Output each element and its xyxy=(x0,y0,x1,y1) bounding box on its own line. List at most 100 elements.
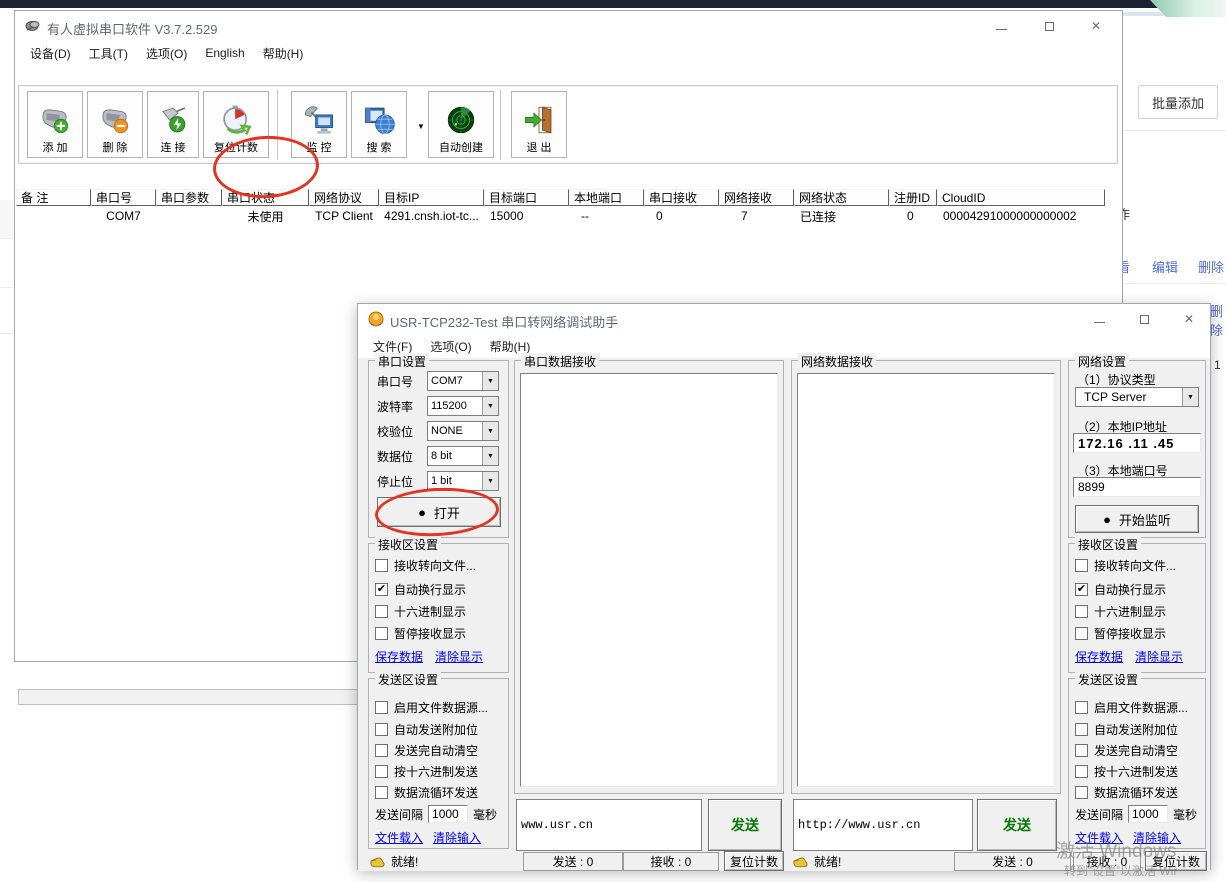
data-bits-select[interactable]: 8 bit ▼ xyxy=(427,446,499,466)
column-header[interactable]: 网络状态 xyxy=(794,189,889,206)
save-data-link[interactable]: 保存数据 xyxy=(375,648,423,665)
checkbox-icon xyxy=(1075,786,1088,799)
serial-recv-counter: 接收 : 0 xyxy=(623,852,719,871)
menu-options[interactable]: 选项(O) xyxy=(137,43,196,64)
hex-display-checkbox[interactable]: 十六进制显示 xyxy=(375,603,466,620)
file-data-source-checkbox[interactable]: 启用文件数据源... xyxy=(375,699,488,716)
search-dropdown-arrow[interactable]: ▼ xyxy=(417,122,425,131)
send-interval-input[interactable] xyxy=(1128,805,1168,823)
load-file-link[interactable]: 文件载入 xyxy=(1075,829,1123,846)
vcom-table-row[interactable]: COM7 未使用 TCP Client 4291.cnsh.iot-tc... … xyxy=(16,208,1105,224)
open-port-button[interactable]: ● 打开 xyxy=(377,497,501,527)
delete-link-partial[interactable]: 删除 xyxy=(1210,301,1226,339)
auto-linefeed-checkbox[interactable]: 自动换行显示 xyxy=(1075,581,1166,598)
column-header[interactable]: 网络接收 xyxy=(719,189,794,206)
stopwatch-icon xyxy=(219,103,253,137)
menu-english[interactable]: English xyxy=(196,44,253,62)
connect-button[interactable]: 连 接 xyxy=(147,91,199,158)
vcom-toolbar: 添 加 删 除 xyxy=(18,85,1118,164)
minimize-button[interactable] xyxy=(986,15,1016,37)
recv-to-file-checkbox[interactable]: 接收转向文件... xyxy=(1075,557,1176,574)
monitor-button[interactable]: 监 控 xyxy=(291,91,347,158)
column-header[interactable]: 串口状态 xyxy=(222,189,309,206)
maximize-button[interactable] xyxy=(1034,15,1064,37)
stop-bits-select[interactable]: 1 bit ▼ xyxy=(427,471,499,491)
auto-append-checkbox[interactable]: 自动发送附加位 xyxy=(1075,721,1178,738)
pause-recv-checkbox[interactable]: 暂停接收显示 xyxy=(1075,625,1166,642)
column-header[interactable]: 串口号 xyxy=(91,189,156,206)
column-header[interactable]: 串口接收 xyxy=(644,189,719,206)
group-title: 发送区设置 xyxy=(1075,671,1141,688)
local-port-input[interactable] xyxy=(1073,477,1201,497)
edit-link[interactable]: 编辑 xyxy=(1152,257,1178,276)
checkbox-icon xyxy=(375,559,388,572)
toolbar-label: 自动创建 xyxy=(439,139,483,155)
batch-add-button[interactable]: 批量添加 xyxy=(1138,85,1218,119)
search-button[interactable]: 搜 索 xyxy=(351,91,407,158)
network-data-recv-group: 网络数据接收 xyxy=(791,360,1061,794)
column-header[interactable]: CloudID xyxy=(937,189,1105,206)
close-button[interactable]: ✕ xyxy=(1174,308,1204,330)
network-send-button[interactable]: 发送 xyxy=(977,799,1057,851)
hex-display-checkbox[interactable]: 十六进制显示 xyxy=(1075,603,1166,620)
save-data-link[interactable]: 保存数据 xyxy=(1075,648,1123,665)
network-recv-textarea[interactable] xyxy=(797,373,1055,787)
loop-send-checkbox[interactable]: 数据流循环发送 xyxy=(1075,784,1178,801)
send-interval-input[interactable] xyxy=(428,805,468,823)
checkbox-label: 启用文件数据源... xyxy=(394,699,488,716)
add-button[interactable]: 添 加 xyxy=(27,91,83,158)
menu-tools[interactable]: 工具(T) xyxy=(80,43,137,64)
local-ip-input[interactable]: 172.16 .11 .45 xyxy=(1073,433,1201,453)
clear-display-link[interactable]: 清除显示 xyxy=(435,648,483,665)
menu-help[interactable]: 帮助(H) xyxy=(254,43,313,64)
webpage-divider xyxy=(1123,130,1226,131)
serial-send-button[interactable]: 发送 xyxy=(708,799,782,851)
cell-target-port: 15000 xyxy=(484,208,569,224)
column-header[interactable]: 串口参数 xyxy=(156,189,222,206)
cell-remark xyxy=(16,208,91,224)
column-header[interactable]: 目标IP xyxy=(379,189,484,206)
column-header[interactable]: 注册ID xyxy=(889,189,937,206)
pause-recv-checkbox[interactable]: 暂停接收显示 xyxy=(375,625,466,642)
clear-display-link[interactable]: 清除显示 xyxy=(1135,648,1183,665)
serial-recv-textarea[interactable] xyxy=(520,373,778,787)
recv-to-file-checkbox[interactable]: 接收转向文件... xyxy=(375,557,476,574)
network-reset-counter-button[interactable]: 复位计数 xyxy=(1145,851,1207,871)
maximize-button[interactable] xyxy=(1129,308,1159,330)
menu-options[interactable]: 选项(O) xyxy=(421,336,480,357)
serial-reset-counter-button[interactable]: 复位计数 xyxy=(724,851,784,871)
clear-after-send-checkbox[interactable]: 发送完自动清空 xyxy=(375,742,478,759)
delete-button[interactable]: 删 除 xyxy=(87,91,143,158)
minimize-button[interactable] xyxy=(1084,308,1114,330)
chevron-down-icon: ▼ xyxy=(482,422,498,440)
parity-select[interactable]: NONE ▼ xyxy=(427,421,499,441)
protocol-type-select[interactable]: TCP Server ▼ xyxy=(1075,387,1199,407)
clear-after-send-checkbox[interactable]: 发送完自动清空 xyxy=(1075,742,1178,759)
serial-send-input[interactable] xyxy=(516,799,702,851)
load-file-link[interactable]: 文件载入 xyxy=(375,829,423,846)
reset-counter-button[interactable]: 复位计数 xyxy=(203,91,269,158)
column-header[interactable]: 网络协议 xyxy=(309,189,379,206)
column-header[interactable]: 备 注 xyxy=(16,189,91,206)
exit-door-icon xyxy=(522,103,556,137)
baud-rate-select[interactable]: 115200 ▼ xyxy=(427,396,499,416)
column-header[interactable]: 目标端口 xyxy=(484,189,569,206)
loop-send-checkbox[interactable]: 数据流循环发送 xyxy=(375,784,478,801)
file-data-source-checkbox[interactable]: 启用文件数据源... xyxy=(1075,699,1188,716)
hex-send-checkbox[interactable]: 按十六进制发送 xyxy=(375,763,478,780)
network-send-input[interactable] xyxy=(793,799,973,851)
exit-button[interactable]: 退 出 xyxy=(511,91,567,158)
clear-input-link[interactable]: 清除输入 xyxy=(1133,829,1181,846)
auto-append-checkbox[interactable]: 自动发送附加位 xyxy=(375,721,478,738)
start-listen-button[interactable]: ● 开始监听 xyxy=(1075,505,1199,533)
column-header[interactable]: 本地端口 xyxy=(569,189,644,206)
com-port-select[interactable]: COM7 ▼ xyxy=(427,371,499,391)
auto-linefeed-checkbox[interactable]: 自动换行显示 xyxy=(375,581,466,598)
auto-create-button[interactable]: 自动创建 xyxy=(428,91,494,158)
hex-send-checkbox[interactable]: 按十六进制发送 xyxy=(1075,763,1178,780)
delete-link[interactable]: 删除 xyxy=(1198,257,1224,276)
checkbox-icon xyxy=(1075,583,1088,596)
menu-device[interactable]: 设备(D) xyxy=(21,43,80,64)
close-button[interactable]: ✕ xyxy=(1081,15,1111,37)
clear-input-link[interactable]: 清除输入 xyxy=(433,829,481,846)
